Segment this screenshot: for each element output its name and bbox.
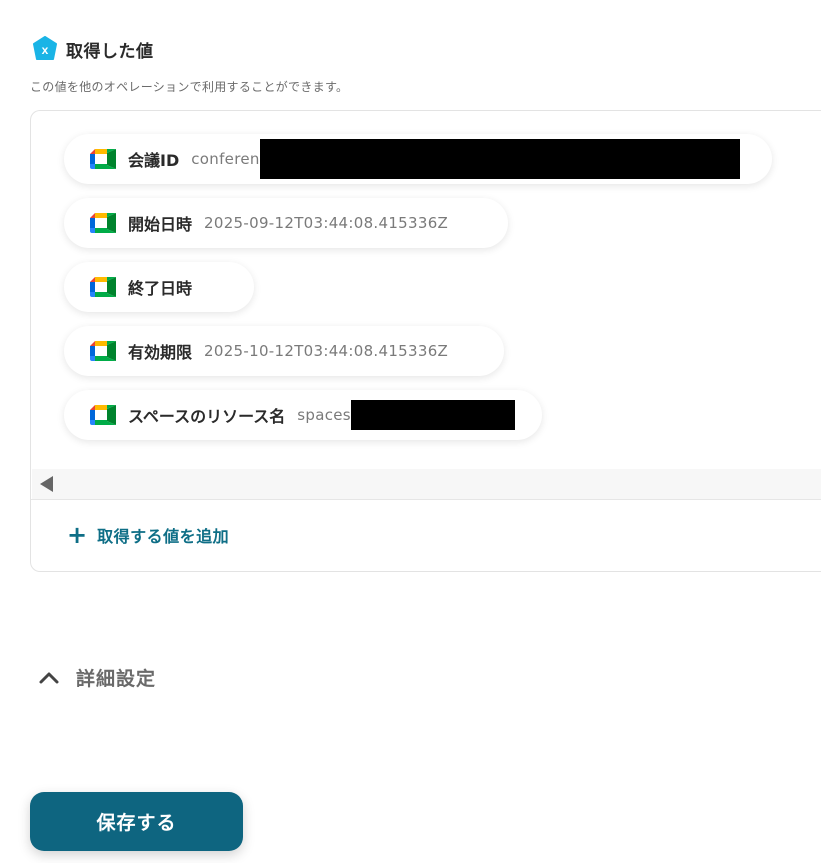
value-chip-space-resource-name[interactable]: スペースのリソース名 spaces [64, 390, 542, 440]
value-chip-expiry[interactable]: 有効期限 2025-10-12T03:44:08.415336Z [64, 326, 504, 376]
section-header: x 取得した値 [32, 36, 154, 62]
advanced-settings-toggle[interactable]: 詳細設定 [38, 664, 156, 691]
redaction-block [350, 400, 515, 430]
add-value-button[interactable]: + 取得する値を追加 [67, 523, 229, 547]
save-button-label: 保存する [96, 812, 177, 834]
chip-label: 開始日時 [128, 215, 193, 234]
redaction-block [259, 139, 740, 179]
save-button[interactable]: 保存する [30, 792, 243, 851]
chip-label: 有効期限 [128, 343, 193, 362]
advanced-settings-label: 詳細設定 [76, 668, 157, 690]
value-chip-end-time[interactable]: 終了日時 [64, 262, 254, 312]
google-meet-icon [90, 213, 116, 233]
google-meet-icon [90, 149, 116, 169]
section-title: 取得した値 [66, 41, 154, 62]
svg-text:x: x [42, 43, 49, 57]
chip-value: spaces [297, 406, 351, 424]
chip-label: スペースのリソース名 [128, 407, 286, 426]
divider [31, 499, 821, 500]
chip-value: 2025-10-12T03:44:08.415336Z [204, 342, 449, 360]
chip-value: conferen [191, 150, 260, 168]
section-description: この値を他のオペレーションで利用することができます。 [30, 80, 349, 94]
google-meet-icon [90, 341, 116, 361]
variable-x-hex-icon: x [32, 36, 58, 62]
value-chip-start-time[interactable]: 開始日時 2025-09-12T03:44:08.415336Z [64, 198, 508, 248]
google-meet-icon [90, 277, 116, 297]
google-meet-icon [90, 405, 116, 425]
output-settings-page: x 取得した値 この値を他のオペレーションで利用することができます。 会議ID … [0, 0, 821, 863]
chip-label: 会議ID [128, 151, 180, 170]
chevron-up-icon [39, 672, 59, 683]
plus-icon: + [67, 521, 88, 549]
value-chip-meeting-id[interactable]: 会議ID conferen [64, 134, 772, 184]
chip-value: 2025-09-12T03:44:08.415336Z [204, 214, 449, 232]
values-panel: 会議ID conferen 開始日時 2025-09-12T03:44:08.4… [30, 110, 821, 572]
horizontal-scrollbar[interactable] [32, 469, 821, 499]
chip-label: 終了日時 [128, 279, 193, 298]
scroll-left-arrow-icon[interactable] [40, 476, 53, 492]
add-value-label: 取得する値を追加 [97, 527, 230, 546]
